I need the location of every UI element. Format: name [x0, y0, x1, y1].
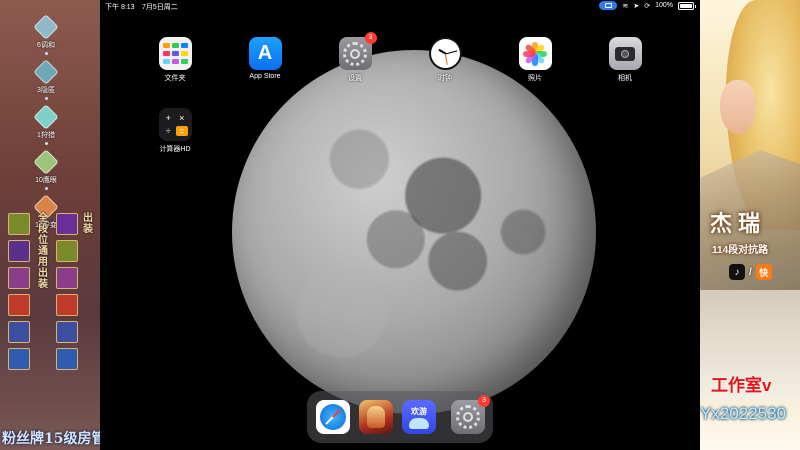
equipment-item-icon [56, 348, 78, 370]
hero-name: 杰瑞 [710, 211, 767, 237]
rank-item: 10鹰眼 [28, 149, 64, 190]
app-label: 计算器HD [159, 146, 191, 153]
rank-label: 10鹰眼 [35, 177, 57, 184]
huanyou-label: 欢游 [411, 406, 427, 416]
app-label: 相机 [618, 75, 632, 82]
equipment-column-right [56, 213, 78, 375]
rank-dot [44, 97, 48, 100]
app-calculator-hd[interactable]: + × ÷ = 计算器HD [150, 108, 200, 154]
battery-percent: 100% [655, 2, 673, 9]
equipment-column-left [8, 213, 30, 375]
separator: / [749, 266, 752, 278]
status-date: 7月5日周二 [142, 4, 178, 11]
settings-gear-icon[interactable]: 3 [451, 395, 490, 434]
social-row: ♪ / 快 [729, 264, 772, 280]
dock: 欢游 3 [307, 391, 493, 443]
honor-of-kings-game-icon[interactable] [359, 400, 393, 434]
app-camera[interactable]: 相机 [600, 37, 650, 83]
tiktok-icon: ♪ [729, 264, 745, 280]
status-time: 下午 8:13 [105, 4, 135, 11]
status-icons: ≋ ➤ ⟳ 100% [599, 1, 696, 10]
safari-icon[interactable] [316, 400, 350, 434]
rank-dot [44, 142, 48, 145]
calc-key: × [179, 112, 185, 123]
equipment-item-icon [8, 213, 30, 235]
app-label: 设置 [348, 75, 362, 82]
screen: 6调和 3隐匿 1狩猎 10鹰眼 10异变 全 段 位 通 用 出 装 出 装 … [0, 0, 800, 450]
rank-label: 1狩猎 [37, 132, 55, 139]
equipment-item-icon [8, 267, 30, 289]
fan-badge-label: 粉丝牌15级房管 [2, 431, 100, 447]
clock-icon [428, 37, 462, 70]
app-label: App Store [249, 73, 281, 80]
app-label: 照片 [528, 75, 542, 82]
location-icon: ➤ [633, 2, 640, 10]
app-photos[interactable]: 照片 [510, 37, 560, 83]
app-clock[interactable]: 时钟 [420, 37, 470, 83]
rank-badge-icon [33, 104, 59, 130]
rank-label: 3隐匿 [37, 87, 55, 94]
rank-item: 1狩猎 [28, 104, 64, 145]
hero-portrait-face [720, 80, 756, 134]
studio-label: 工作室v [711, 376, 772, 395]
calc-key: ÷ [165, 126, 171, 137]
right-stream-overlay: 杰瑞 114段对抗路 ♪ / 快 工作室v Yx2022530 [700, 0, 800, 450]
battery-icon [678, 1, 696, 10]
app-label: 时钟 [438, 75, 452, 82]
kuaishou-icon: 快 [755, 264, 772, 280]
equipment-item-icon [56, 267, 78, 289]
rank-item: 3隐匿 [28, 59, 64, 100]
calculator-icon: + × ÷ = [158, 108, 192, 141]
equipment-item-icon [8, 240, 30, 262]
app-app-store[interactable]: A App Store [240, 37, 290, 80]
app-files[interactable]: 文件夹 [150, 37, 200, 83]
rank-dot [44, 52, 48, 55]
rank-dot [44, 187, 48, 190]
screen-mirroring-icon [599, 1, 618, 10]
equipment-item-icon [56, 213, 78, 235]
rank-item: 6调和 [28, 14, 64, 55]
rank-label: 6调和 [37, 42, 55, 49]
notification-badge: 3 [478, 395, 490, 407]
equipment-title-right: 出装 [83, 213, 93, 235]
equipment-item-icon [56, 294, 78, 316]
app-label: 文件夹 [164, 75, 186, 82]
camera-icon [608, 37, 642, 70]
notification-badge: 3 [364, 32, 377, 44]
rank-badge-icon [33, 59, 59, 85]
equipment-item-icon [56, 321, 78, 343]
rank-badge-icon [33, 149, 59, 175]
huanyou-app-icon[interactable]: 欢游 [402, 400, 436, 434]
equipment-item-icon [8, 348, 30, 370]
calc-key: = [176, 126, 188, 137]
orientation-lock-icon: ⟳ [644, 2, 651, 10]
equipment-item-icon [8, 321, 30, 343]
moon-wallpaper [232, 50, 596, 414]
left-stream-overlay: 6调和 3隐匿 1狩猎 10鹰眼 10异变 全 段 位 通 用 出 装 出 装 … [0, 0, 100, 450]
app-settings[interactable]: 3 设置 [330, 32, 380, 83]
rank-badge-list: 6调和 3隐匿 1狩猎 10鹰眼 10异变 [28, 14, 64, 236]
photos-icon [518, 37, 552, 70]
equipment-item-icon [8, 294, 30, 316]
rank-badge-icon [33, 14, 59, 40]
contact-label: Yx2022530 [700, 404, 787, 423]
wifi-icon: ≋ [622, 2, 629, 10]
calc-key: + [165, 112, 171, 123]
hero-subtitle: 114段对抗路 [712, 245, 769, 256]
files-folder-icon [158, 37, 192, 70]
status-bar: 下午 8:13 7月5日周二 ≋ ➤ ⟳ 100% [100, 0, 700, 12]
equipment-item-icon [56, 240, 78, 262]
app-store-icon: A [248, 37, 282, 70]
equipment-title: 全段位通用出装 [38, 213, 48, 290]
ipad-home-screen: 下午 8:13 7月5日周二 ≋ ➤ ⟳ 100% 文件夹 A App Stor… [100, 0, 700, 450]
settings-gear-icon: 3 [338, 32, 377, 70]
